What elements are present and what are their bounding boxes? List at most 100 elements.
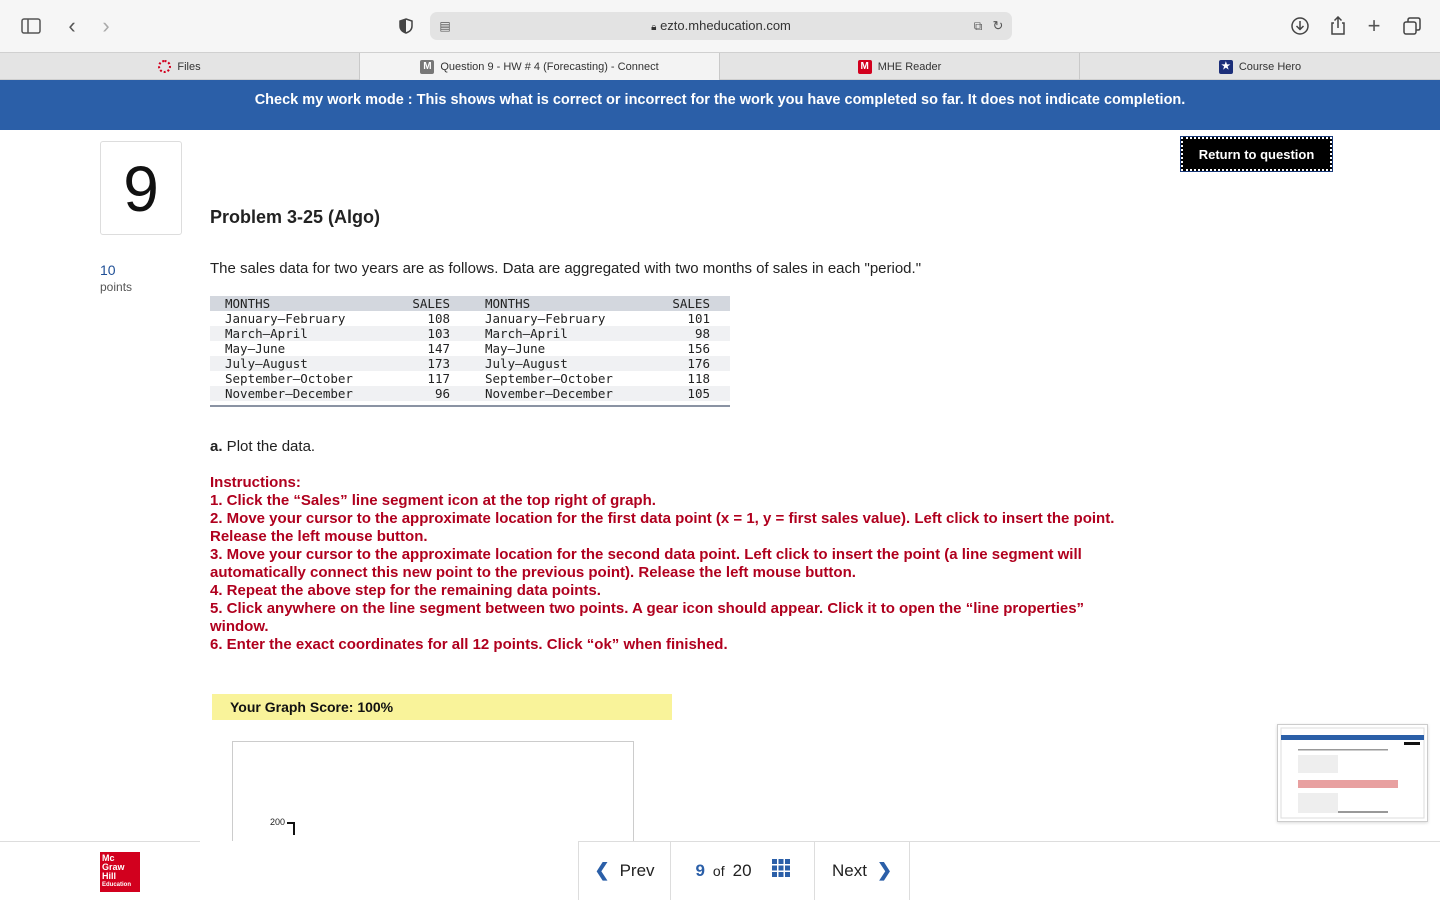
table-cell: 118: [687, 371, 710, 386]
table-bottom-rule: [210, 401, 730, 407]
part-a-label: a.: [210, 438, 223, 455]
m-icon: M: [420, 59, 435, 74]
instruction-line: 1. Click the “Sales” line segment icon a…: [210, 492, 656, 509]
table-cell: January–February: [225, 311, 346, 326]
instruction-line: 6. Enter the exact coordinates for all 1…: [210, 636, 728, 653]
table-row: January–February 108 January–February 10…: [210, 311, 730, 326]
url-text: 🔒︎ ezto.mheducation.com: [430, 18, 1012, 33]
tab-label: MHE Reader: [877, 60, 942, 73]
table-cell: May–June: [485, 341, 546, 356]
sales-data-table: MONTHS SALES MONTHS SALES January–Februa…: [210, 296, 730, 407]
back-icon[interactable]: ‹: [62, 13, 82, 38]
table-row: November–December 96 November–December 1…: [210, 386, 730, 401]
part-a-prompt: a. Plot the data.: [210, 438, 315, 455]
tab-mhe-reader[interactable]: M MHE Reader: [720, 53, 1080, 80]
of-label: of: [712, 862, 725, 879]
table-header-row: MONTHS SALES MONTHS SALES: [210, 296, 730, 311]
tab-overview-icon[interactable]: [1402, 14, 1422, 38]
table-row: May–June 147 May–June 156: [210, 341, 730, 356]
mcgraw-hill-logo: Mc Graw Hill Education: [100, 852, 140, 892]
y-axis-tick-label: 200: [270, 817, 286, 827]
table-cell: September–October: [225, 371, 353, 386]
address-bar[interactable]: ▤ 🔒︎ ezto.mheducation.com ⧉ ↻: [430, 12, 1012, 40]
tab-label: Course Hero: [1238, 60, 1302, 73]
share-icon[interactable]: [1328, 14, 1348, 38]
points-value: 10: [100, 262, 116, 278]
table-cell: March–April: [485, 326, 568, 341]
part-a-text: Plot the data.: [222, 438, 316, 455]
download-icon[interactable]: [1290, 14, 1310, 38]
star-icon: ★: [1218, 59, 1233, 74]
return-to-question-button[interactable]: Return to question: [1180, 136, 1333, 172]
grid-icon[interactable]: [771, 859, 790, 882]
table-cell: 108: [427, 311, 450, 326]
table-cell: 117: [427, 371, 450, 386]
table-row: March–April 103 March–April 98: [210, 326, 730, 341]
mhe-icon: M: [857, 59, 872, 74]
graph-instructions: Instructions: 1. Click the “Sales” line …: [210, 474, 1130, 654]
tab-label: Question 9 - HW # 4 (Forecasting) - Conn…: [440, 60, 659, 73]
table-cell: 98: [694, 326, 710, 341]
problem-title: Problem 3-25 (Algo): [210, 207, 381, 227]
question-number: 9: [100, 141, 182, 235]
table-cell: March–April: [225, 326, 308, 341]
footer-divider: [0, 841, 200, 842]
table-row: July–August 173 July–August 176: [210, 356, 730, 371]
chevron-left-icon: ❮: [594, 860, 610, 880]
table-cell: 96: [434, 386, 450, 401]
current-question: 9: [695, 860, 705, 880]
table-cell: September–October: [485, 371, 613, 386]
prev-label: Prev: [619, 860, 655, 880]
table-header: MONTHS: [225, 296, 271, 311]
next-label: Next: [831, 860, 867, 880]
table-cell: 103: [427, 326, 450, 341]
next-button[interactable]: Next ❯: [814, 841, 910, 900]
table-cell: 105: [687, 386, 710, 401]
table-header: MONTHS: [485, 296, 531, 311]
table-cell: November–December: [225, 386, 353, 401]
table-cell: 147: [427, 341, 450, 356]
instruction-line: 3. Move your cursor to the approximate l…: [210, 546, 1082, 581]
table-cell: May–June: [225, 341, 286, 356]
instruction-line: 2. Move your cursor to the approximate l…: [210, 510, 1115, 545]
sidebar-toggle-icon[interactable]: [20, 14, 42, 38]
tab-files[interactable]: Files: [0, 53, 360, 80]
url-value: ezto.mheducation.com: [660, 18, 791, 33]
table-header: SALES: [672, 296, 710, 311]
y-axis: [293, 822, 295, 835]
tab-label: Files: [177, 60, 201, 73]
table-cell: 156: [687, 341, 710, 356]
table-cell: 101: [687, 311, 710, 326]
logo-line: Education: [102, 882, 132, 888]
lock-icon: 🔒︎: [651, 22, 657, 33]
table-cell: 173: [427, 356, 450, 371]
tab-question[interactable]: M Question 9 - HW # 4 (Forecasting) - Co…: [360, 53, 720, 80]
page-thumbnail[interactable]: [1277, 724, 1428, 822]
browser-toolbar: ‹ › ▤ 🔒︎ ezto.mheducation.com ⧉ ↻ +: [0, 0, 1440, 52]
forward-icon[interactable]: ›: [96, 13, 116, 38]
tab-course-hero[interactable]: ★ Course Hero: [1080, 53, 1440, 80]
table-header: SALES: [412, 296, 450, 311]
points-label: points: [100, 280, 133, 294]
reload-icon[interactable]: ↻: [990, 14, 1006, 38]
question-position[interactable]: 9 of 20: [670, 841, 814, 900]
table-row: September–October 117 September–October …: [210, 371, 730, 386]
instruction-line: Instructions:: [210, 474, 301, 491]
thumbnail-preview-icon: [1280, 727, 1425, 819]
chevron-right-icon: ❯: [876, 860, 893, 880]
problem-intro: The sales data for two years are as foll…: [210, 260, 922, 277]
prev-button[interactable]: ❮ Prev: [578, 841, 670, 900]
check-mode-banner: Check my work mode : This shows what is …: [0, 80, 1440, 130]
pip-icon[interactable]: ⧉: [970, 14, 986, 38]
table-cell: July–August: [225, 356, 308, 371]
total-questions: 20: [732, 860, 752, 880]
instruction-line: 4. Repeat the above step for the remaini…: [210, 582, 601, 599]
tab-bar: Files M Question 9 - HW # 4 (Forecasting…: [0, 52, 1440, 80]
shield-icon[interactable]: [396, 14, 416, 38]
table-cell: January–February: [485, 311, 606, 326]
logo-line: Hill: [102, 871, 117, 881]
table-cell: November–December: [485, 386, 613, 401]
graph-score: Your Graph Score: 100%: [212, 694, 672, 720]
table-cell: 176: [687, 356, 710, 371]
new-tab-icon[interactable]: +: [1364, 13, 1384, 38]
